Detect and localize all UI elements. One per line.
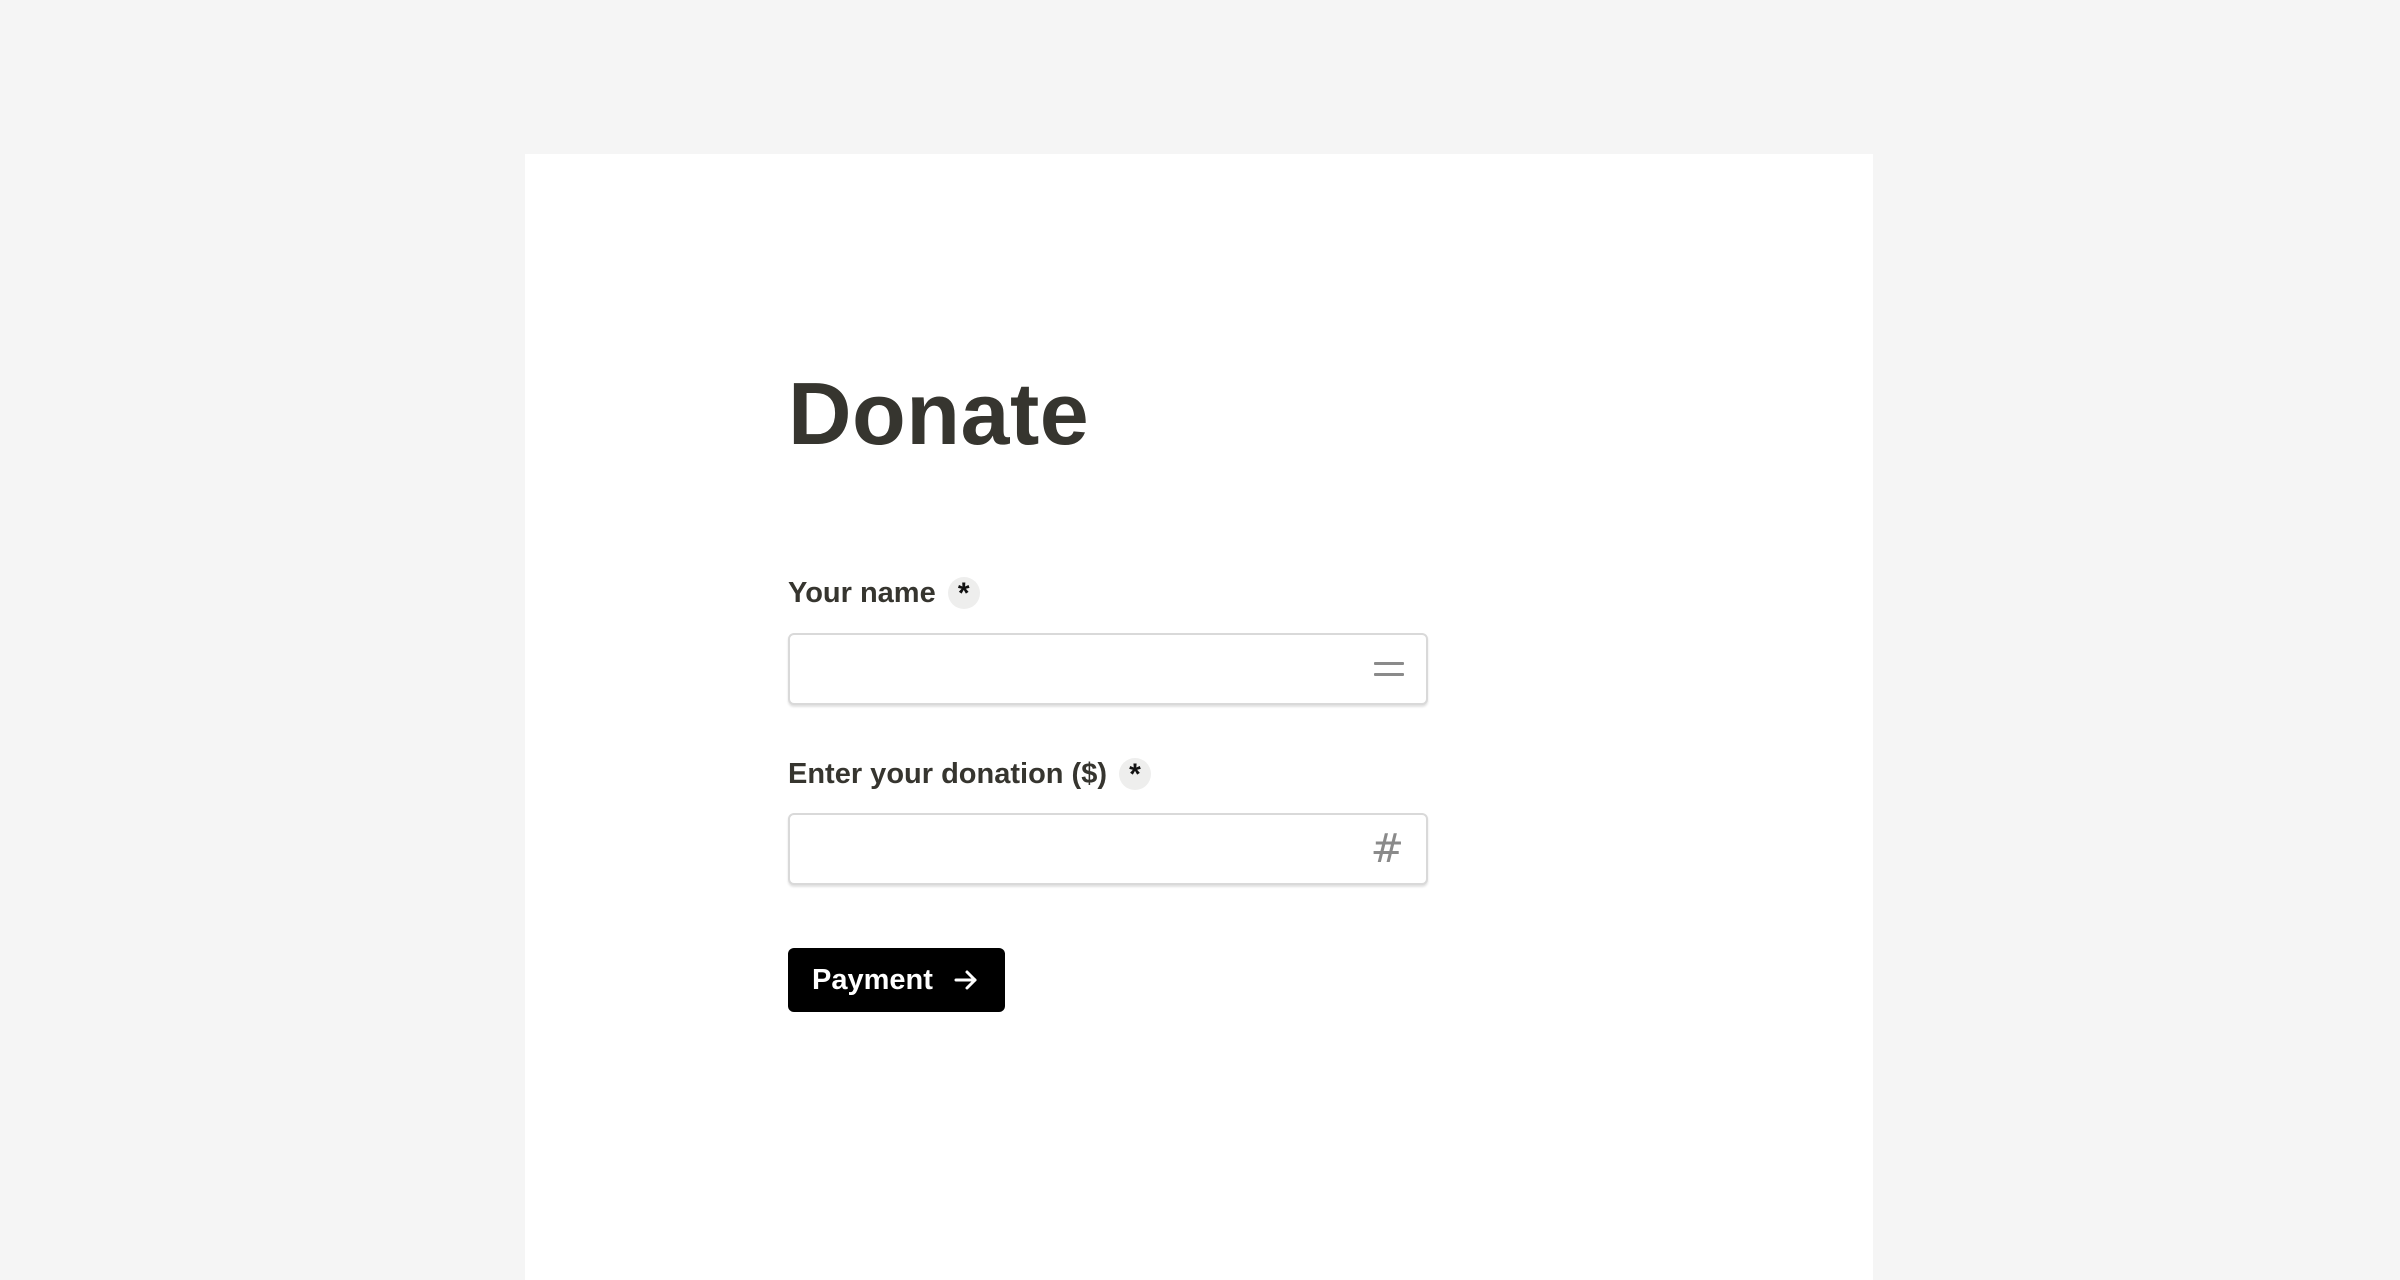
page-title: Donate bbox=[788, 364, 1090, 463]
form-card: Donate Your name * Enter your donation (… bbox=[525, 154, 1873, 1280]
donation-label-row: Enter your donation ($) * bbox=[788, 757, 1151, 791]
name-label-row: Your name * bbox=[788, 576, 980, 610]
donation-field[interactable]: # bbox=[788, 813, 1428, 885]
donation-label: Enter your donation ($) bbox=[788, 757, 1107, 790]
name-input[interactable] bbox=[790, 635, 1350, 703]
required-badge: * bbox=[1119, 758, 1151, 790]
payment-button-label: Payment bbox=[812, 963, 933, 996]
name-label: Your name bbox=[788, 576, 936, 609]
hash-icon: # bbox=[1370, 826, 1404, 872]
equals-icon bbox=[1374, 662, 1404, 676]
required-badge: * bbox=[947, 577, 980, 609]
payment-button[interactable]: Payment bbox=[788, 948, 1005, 1012]
arrow-right-icon bbox=[954, 970, 977, 990]
donation-input[interactable] bbox=[790, 815, 1350, 883]
name-field[interactable] bbox=[788, 633, 1428, 705]
